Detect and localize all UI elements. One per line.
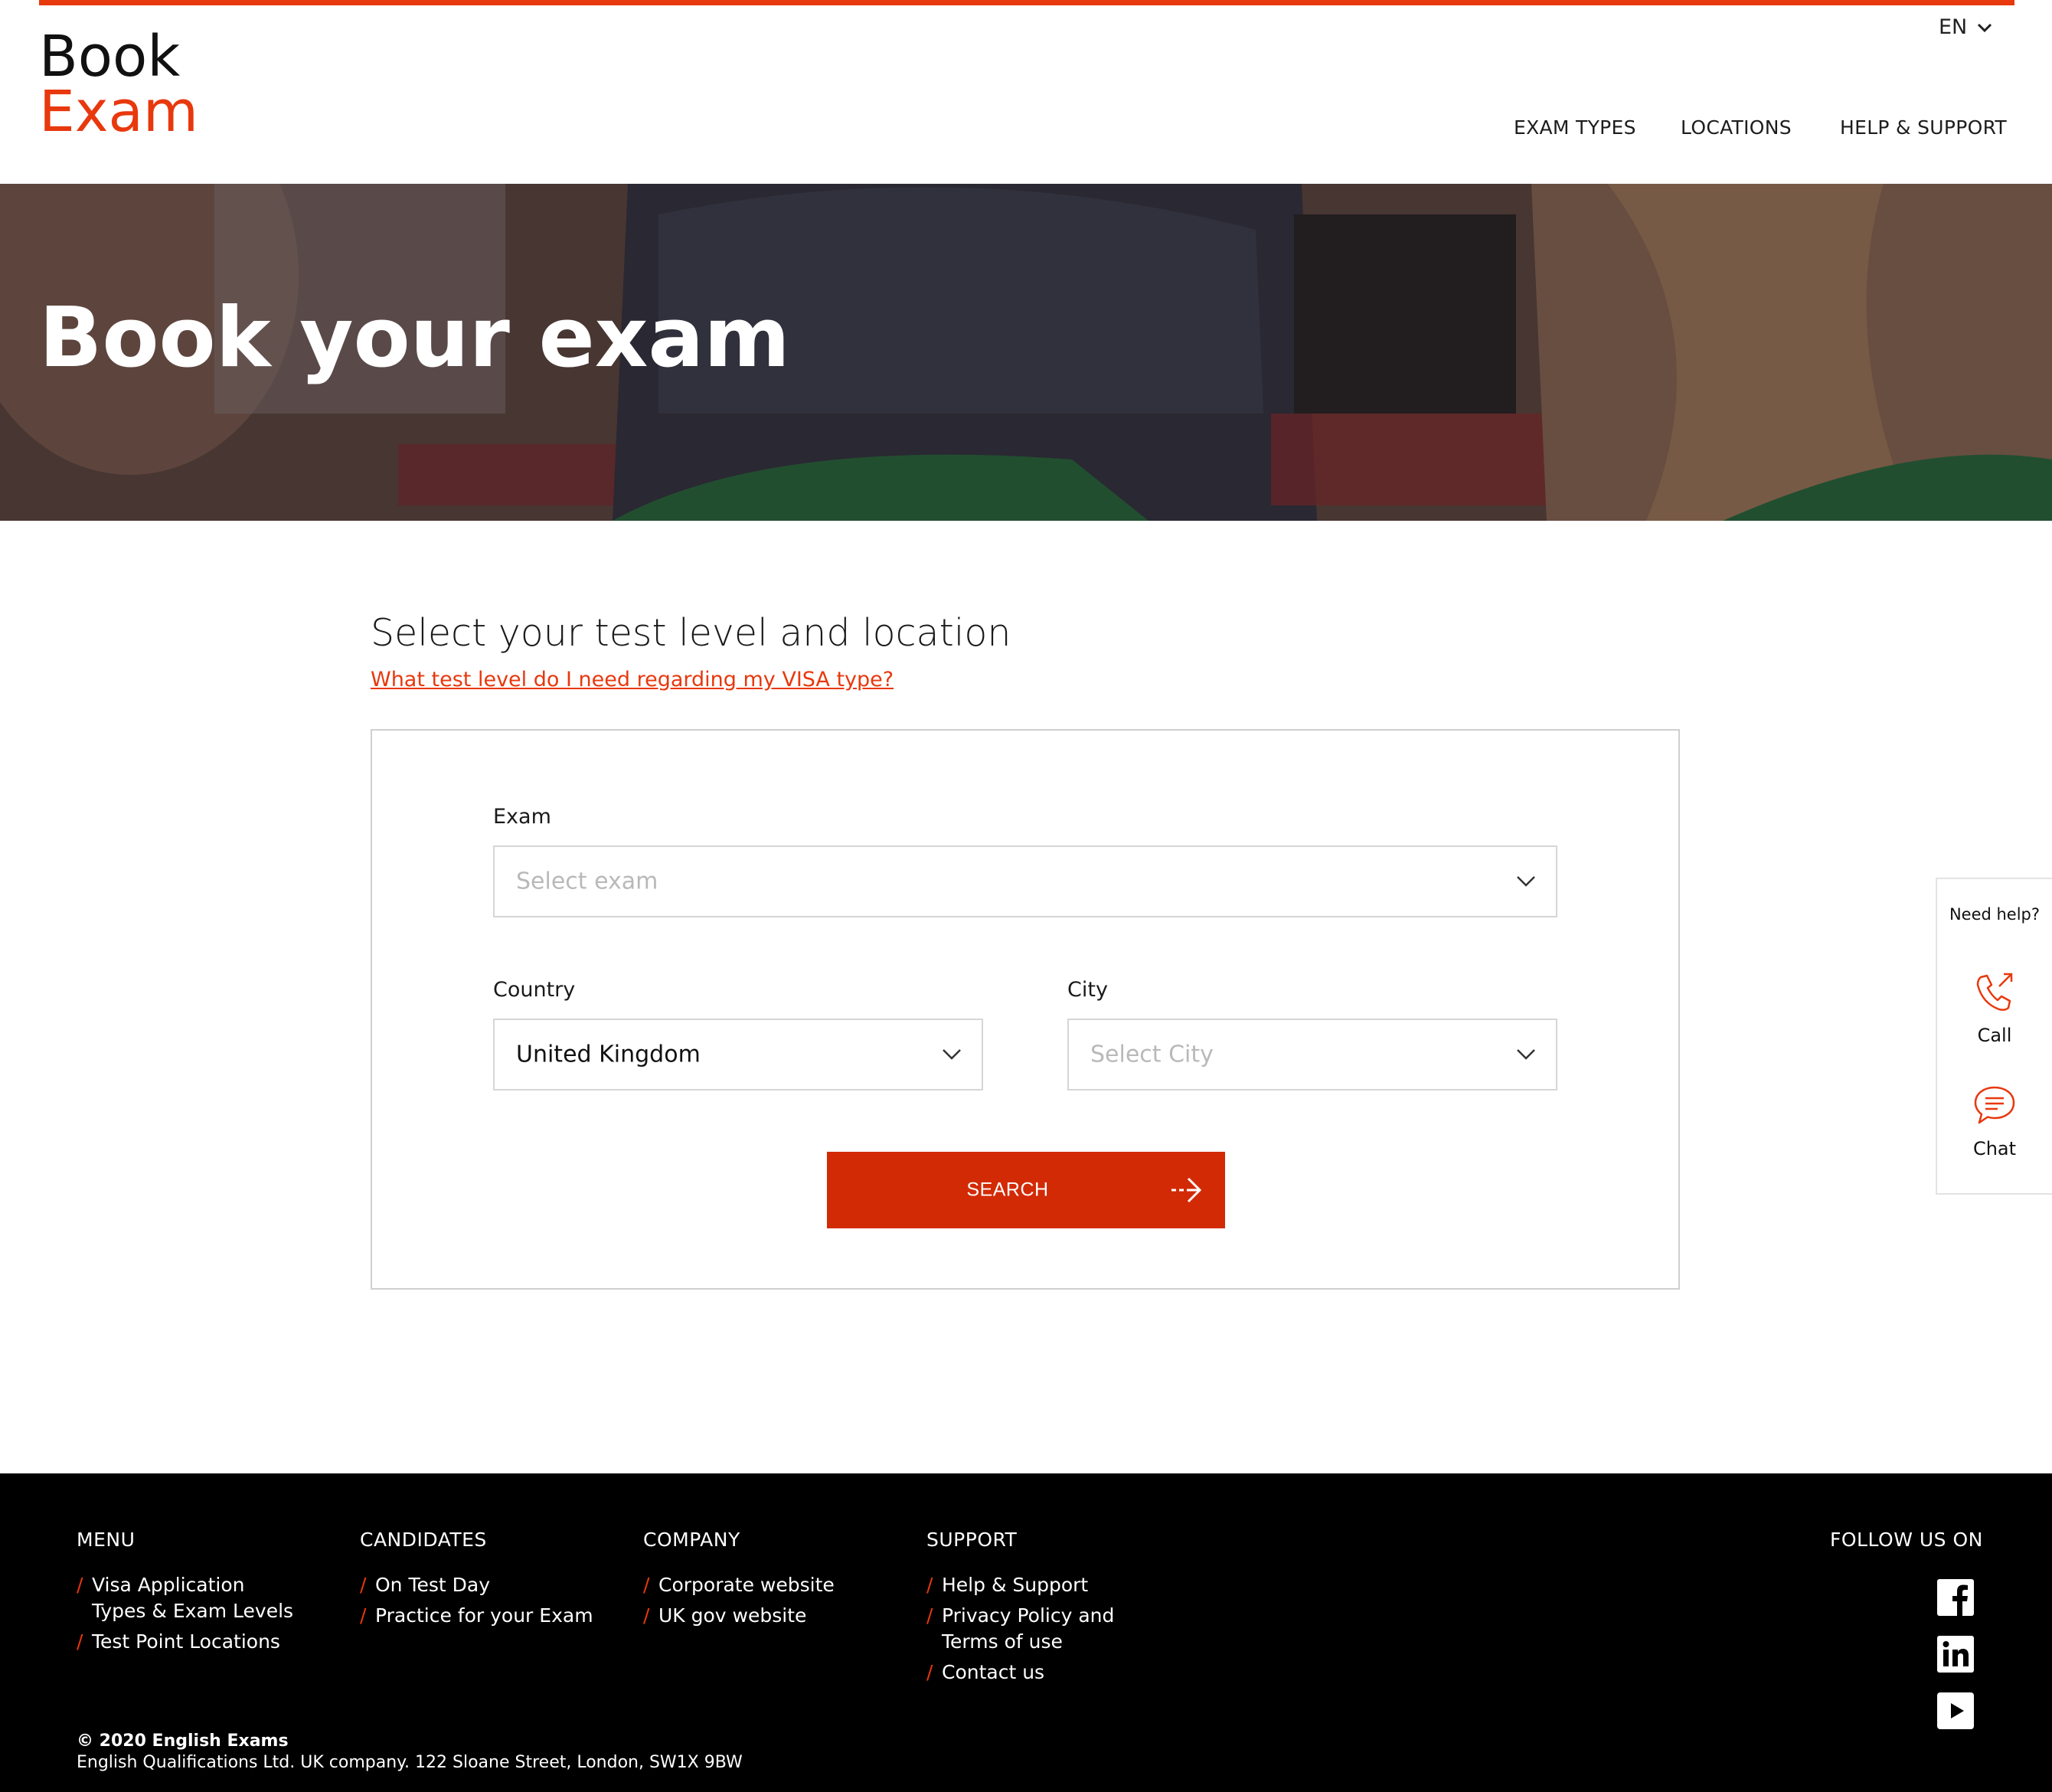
country-select[interactable]: United Kingdom	[493, 1019, 983, 1091]
copyright-text: © 2020 English Exams	[77, 1732, 289, 1751]
search-button[interactable]: SEARCH	[827, 1152, 1225, 1228]
country-value: United Kingdom	[516, 1041, 701, 1068]
site-footer: MENU Visa ApplicationTypes & Exam Levels…	[0, 1473, 2052, 1792]
city-select[interactable]: Select City	[1067, 1019, 1557, 1091]
chevron-down-icon	[1978, 23, 1992, 32]
logo-line-exam: Exam	[39, 79, 198, 145]
footer-copyright: © 2020 English Exams English Qualificati…	[77, 1731, 743, 1774]
city-placeholder: Select City	[1090, 1041, 1214, 1068]
logo-line-book: Book	[39, 24, 181, 90]
youtube-icon[interactable]	[1937, 1692, 1974, 1729]
chat-button[interactable]: Chat	[1937, 1083, 2052, 1159]
facebook-icon[interactable]	[1937, 1579, 1974, 1616]
language-label: EN	[1939, 15, 1968, 39]
footer-link-contact-us[interactable]: Contact us	[926, 1660, 1114, 1686]
site-logo[interactable]: Book Exam	[39, 24, 198, 145]
footer-link-privacy-policy[interactable]: Privacy Policy andTerms of use	[926, 1603, 1114, 1655]
chat-label: Chat	[1972, 1138, 2017, 1159]
help-widget-title: Need help?	[1949, 905, 2041, 924]
footer-link-visa-application[interactable]: Visa ApplicationTypes & Exam Levels	[77, 1572, 293, 1624]
search-button-label: SEARCH	[966, 1179, 1049, 1201]
hero-title: Book your exam	[39, 290, 790, 386]
call-button[interactable]: Call	[1937, 970, 2052, 1046]
footer-link-uk-gov-website[interactable]: UK gov website	[643, 1603, 835, 1629]
footer-candidates-column: CANDIDATES On Test Day Practice for your…	[360, 1529, 593, 1633]
language-selector[interactable]: EN	[1939, 15, 1993, 39]
nav-help-support[interactable]: HELP & SUPPORT	[1840, 116, 2007, 139]
footer-candidates-heading: CANDIDATES	[360, 1529, 487, 1551]
footer-link-practice[interactable]: Practice for your Exam	[360, 1603, 593, 1629]
nav-locations[interactable]: LOCATIONS	[1681, 116, 1792, 139]
chevron-down-icon	[1517, 1049, 1535, 1060]
top-accent-bar	[39, 0, 2014, 5]
section-title: Select your test level and location	[371, 611, 1011, 655]
chevron-down-icon	[1517, 876, 1535, 887]
exam-label: Exam	[493, 805, 551, 829]
footer-link-test-point-locations[interactable]: Test Point Locations	[77, 1629, 293, 1655]
linkedin-icon[interactable]	[1937, 1636, 1974, 1673]
footer-menu-heading: MENU	[77, 1529, 136, 1551]
footer-company-column: COMPANY Corporate website UK gov website	[643, 1529, 835, 1633]
footer-link-on-test-day[interactable]: On Test Day	[360, 1572, 593, 1598]
hero-banner: Book your exam	[0, 184, 2052, 521]
company-address: English Qualifications Ltd. UK company. …	[77, 1753, 743, 1772]
footer-link-corporate-website[interactable]: Corporate website	[643, 1572, 835, 1598]
country-label: Country	[493, 978, 576, 1002]
visa-level-link[interactable]: What test level do I need regarding my V…	[371, 668, 894, 692]
city-label: City	[1067, 978, 1108, 1002]
footer-menu-column: MENU Visa ApplicationTypes & Exam Levels…	[77, 1529, 293, 1660]
follow-us-heading: FOLLOW US ON	[1830, 1529, 1983, 1551]
exam-select[interactable]: Select exam	[493, 845, 1557, 917]
nav-exam-types[interactable]: EXAM TYPES	[1514, 116, 1636, 139]
footer-link-help-support[interactable]: Help & Support	[926, 1572, 1114, 1598]
exam-placeholder: Select exam	[516, 868, 658, 895]
arrow-right-icon	[1171, 1177, 1202, 1203]
phone-icon	[1976, 973, 2013, 1011]
footer-support-heading: SUPPORT	[926, 1529, 1018, 1551]
footer-company-heading: COMPANY	[643, 1529, 740, 1551]
footer-support-column: SUPPORT Help & Support Privacy Policy an…	[926, 1529, 1114, 1690]
chat-icon	[1974, 1086, 2015, 1124]
chevron-down-icon	[943, 1049, 961, 1060]
call-label: Call	[1977, 1025, 2012, 1046]
help-widget: Need help? Call Chat	[1936, 878, 2052, 1195]
